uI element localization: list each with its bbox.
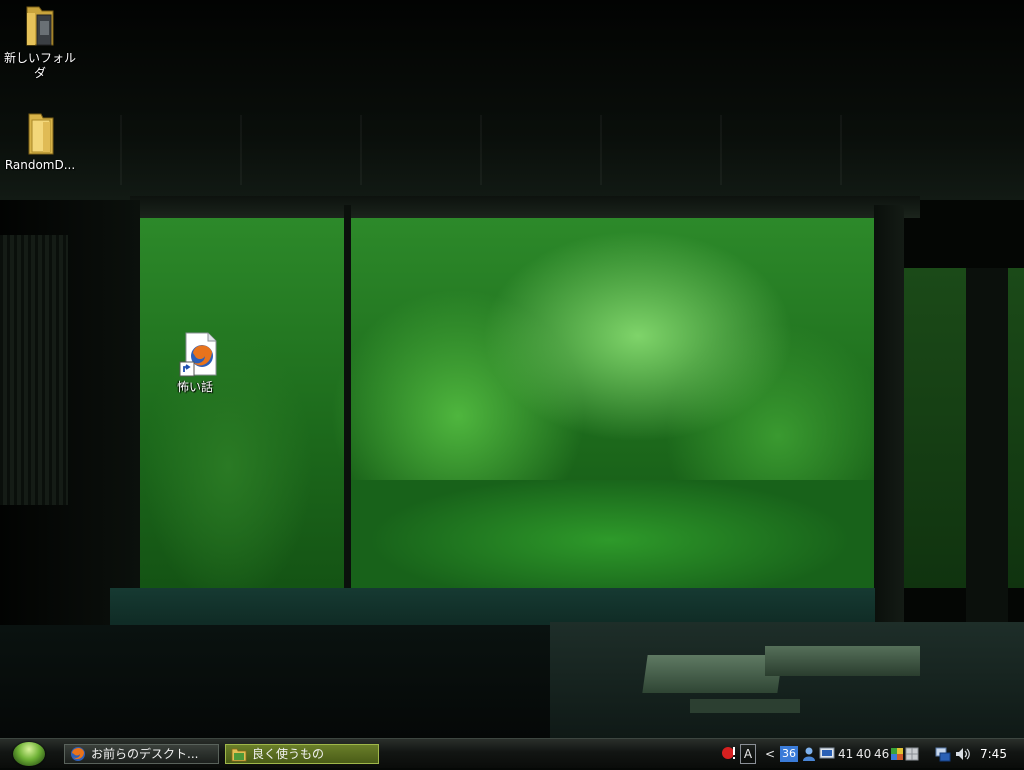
wallpaper-shoji-screen [0, 235, 68, 505]
desktop: 新しいフォルダ RandomD... 怖い話 [0, 0, 1024, 738]
reading-1: 41 [838, 747, 854, 761]
ime-a-icon[interactable]: A [740, 744, 756, 764]
network-icon[interactable] [934, 744, 952, 764]
taskbar-button-label: お前らのデスクト... [91, 747, 199, 761]
reading-3: 46 [874, 747, 890, 761]
wallpaper-book [765, 646, 920, 676]
firefox-document-shortcut-icon [178, 332, 217, 378]
desktop-icon-label: RandomD... [4, 158, 76, 172]
show-hidden-icon[interactable]: < [765, 744, 775, 764]
wallpaper-hedge [350, 480, 878, 590]
folder-icon [23, 3, 57, 49]
wallpaper-table [550, 622, 1024, 738]
clock[interactable]: 7:45 [980, 744, 1007, 764]
wallpaper-post [344, 205, 351, 625]
badge-36-icon[interactable]: 36 [780, 746, 798, 762]
wallpaper-book [690, 699, 800, 713]
taskbar-button-firefox[interactable]: お前らのデスクト... [64, 744, 219, 764]
desktop-icon-label: 新しいフォルダ [3, 51, 76, 80]
desktop-icon-kowai-shortcut[interactable]: 怖い話 [155, 332, 235, 395]
desktop-icon-new-folder[interactable]: 新しいフォルダ [0, 3, 80, 81]
wallpaper-right-frame [966, 268, 1008, 648]
taskbar: お前らのデスクト... 良く使うもの A < 36 41 40 46 7:45 [0, 738, 1024, 768]
taskbar-button-folder[interactable]: 良く使うもの [225, 744, 379, 764]
desktop-icon-random-folder[interactable]: RandomD... [0, 110, 80, 173]
folder-icon [231, 746, 247, 762]
user-icon[interactable] [801, 744, 817, 764]
wallpaper-beam [130, 196, 920, 218]
taskbar-button-label: 良く使うもの [252, 747, 325, 761]
folder-icon [23, 110, 57, 156]
wallpaper-book [642, 655, 783, 693]
desktop-icon-label: 怖い話 [176, 380, 213, 394]
volume-icon[interactable] [954, 744, 972, 764]
status-grid-icon[interactable] [890, 744, 920, 764]
reading-2: 40 [856, 747, 872, 761]
alert-icon[interactable] [720, 744, 738, 764]
system-tray: A < 36 41 40 46 7:45 [718, 744, 1018, 764]
monitor-icon[interactable] [819, 744, 835, 764]
wallpaper-ceiling-slats [120, 115, 880, 185]
wallpaper-post [874, 205, 904, 625]
start-orb-icon[interactable] [13, 742, 45, 766]
firefox-icon [70, 746, 86, 762]
